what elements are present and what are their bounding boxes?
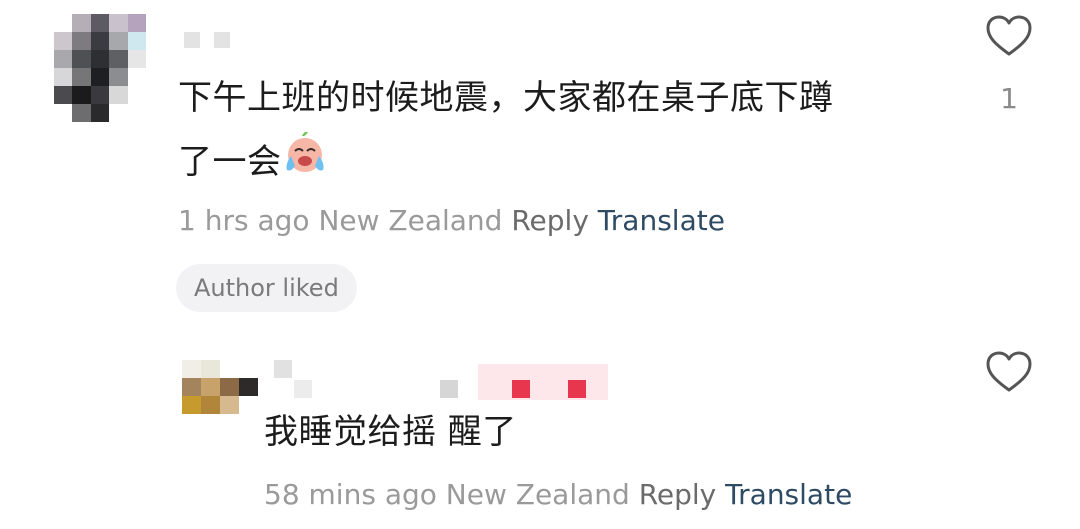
comment-text-line: 下午上班的时候地震，大家都在桌子底下蹲 (178, 78, 834, 118)
comment-text: 下午上班的时候地震，大家都在桌子底下蹲 了一会 (178, 66, 938, 197)
like-button[interactable] (985, 350, 1033, 399)
translate-button[interactable]: Translate (598, 204, 725, 237)
timestamp: 58 mins ago (264, 478, 437, 511)
laughing-crying-emoji (282, 130, 328, 197)
reply-button[interactable]: Reply (639, 478, 717, 511)
username-blurred[interactable] (274, 360, 614, 400)
comment-meta: 1 hrs ago New Zealand Reply Translate (178, 204, 725, 237)
comment-text-part: 了一会 (178, 142, 282, 182)
heart-outline-icon (985, 15, 1033, 62)
comment-item: 下午上班的时候地震，大家都在桌子底下蹲 了一会 1 hrs ago New Ze… (0, 0, 1080, 330)
comment-text: 我睡觉给摇 醒了 (264, 412, 517, 452)
timestamp: 1 hrs ago (178, 204, 310, 237)
username-blurred[interactable] (184, 32, 230, 48)
reply-button[interactable]: Reply (511, 204, 589, 237)
like-count: 1 (1000, 82, 1018, 115)
comment-text-line: 了一会 (178, 130, 938, 197)
reply-comment-item: 我睡觉给摇 醒了 58 mins ago New Zealand Reply T… (0, 330, 1080, 529)
heart-outline-icon (985, 351, 1033, 398)
like-button[interactable] (985, 14, 1033, 63)
avatar[interactable] (54, 14, 146, 122)
author-liked-badge: Author liked (176, 264, 357, 312)
comment-meta: 58 mins ago New Zealand Reply Translate (264, 478, 852, 511)
avatar[interactable] (182, 360, 258, 414)
location: New Zealand (318, 204, 503, 237)
translate-button[interactable]: Translate (725, 478, 852, 511)
location: New Zealand (445, 478, 630, 511)
